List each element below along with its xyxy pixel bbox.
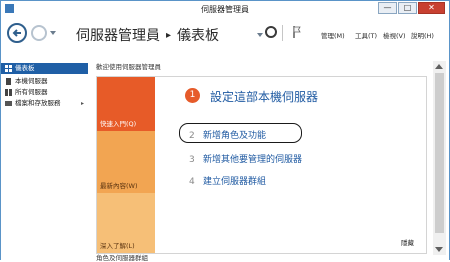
minimize-button[interactable]: — xyxy=(378,2,397,14)
step-number: 3 xyxy=(189,155,195,165)
welcome-panel: 快速入門(Q) 最新內容(W) 深入了解(L) 1 設定這部本機伺服器 2 新增角… xyxy=(96,76,427,254)
notification-flag-icon[interactable] xyxy=(293,26,301,38)
tile-label: 深入了解(L) xyxy=(100,242,135,250)
step-number-badge: 1 xyxy=(185,88,200,103)
back-button[interactable] xyxy=(7,23,27,43)
sidebar-item-all-servers[interactable]: 所有伺服器 xyxy=(1,87,88,98)
close-button[interactable]: ✕ xyxy=(418,2,445,14)
hide-link[interactable]: 隱藏 xyxy=(401,237,414,247)
configure-local-server-link[interactable]: 設定這部本機伺服器 xyxy=(210,88,318,105)
menu-manage[interactable]: 管理(M) xyxy=(321,30,345,40)
step-number: 4 xyxy=(189,177,195,187)
menu-view[interactable]: 檢視(V) xyxy=(383,30,406,40)
step-text: 新增其他要管理的伺服器 xyxy=(203,155,303,165)
sidebar-item-label: 儀表板 xyxy=(15,64,35,72)
sidebar: 儀表板 本機伺服器 所有伺服器 檔案和存放服務 ▸ xyxy=(1,61,88,260)
tile-label: 快速入門(Q) xyxy=(100,120,137,128)
expand-arrow-icon[interactable]: ▸ xyxy=(81,98,84,109)
arrow-left-icon xyxy=(12,29,21,37)
sidebar-item-label: 本機伺服器 xyxy=(15,77,48,85)
menu-help[interactable]: 說明(H) xyxy=(411,30,434,40)
forward-button[interactable] xyxy=(31,25,47,41)
scroll-thumb[interactable] xyxy=(435,73,444,233)
tile-whats-new[interactable]: 最新內容(W) xyxy=(97,131,155,193)
breadcrumb-current: 儀表板 xyxy=(177,28,220,44)
menu-tools[interactable]: 工具(T) xyxy=(355,30,377,40)
servers-icon xyxy=(5,89,12,96)
dashboard-content: 歡迎使用伺服器管理員 快速入門(Q) 最新內容(W) 深入了解(L) 1 設定這… xyxy=(88,51,449,262)
refresh-dropdown-icon[interactable] xyxy=(257,33,263,37)
toolbar-divider xyxy=(282,25,283,41)
tile-quick-start[interactable]: 快速入門(Q) xyxy=(97,77,155,131)
step-text: 建立伺服器群組 xyxy=(203,177,267,187)
add-other-servers-link[interactable]: 3 新增其他要管理的伺服器 xyxy=(189,152,302,165)
app-window: 伺服器管理員 — □ ✕ 伺服器管理員 ▸ 儀表板 管理(M) 工具(T) 檢視(V… xyxy=(0,0,450,262)
scroll-down-icon[interactable] xyxy=(435,247,443,252)
refresh-icon[interactable] xyxy=(265,26,277,38)
title-bar: 伺服器管理員 — □ ✕ xyxy=(1,1,449,17)
storage-icon xyxy=(5,101,12,106)
navigation-bar: 伺服器管理員 ▸ 儀表板 管理(M) 工具(T) 檢視(V) 說明(H) xyxy=(1,17,449,51)
tile-learn-more[interactable]: 深入了解(L) xyxy=(97,193,155,253)
create-server-group-link[interactable]: 4 建立伺服器群組 xyxy=(189,174,266,187)
section-title: 角色及伺服器群組 xyxy=(96,254,148,262)
history-dropdown-icon[interactable] xyxy=(50,31,56,35)
sidebar-item-file-storage[interactable]: 檔案和存放服務 ▸ xyxy=(1,98,88,109)
highlight-ring xyxy=(179,123,302,143)
breadcrumb-root[interactable]: 伺服器管理員 xyxy=(76,28,160,44)
maximize-button[interactable]: □ xyxy=(398,2,417,14)
vertical-scrollbar[interactable] xyxy=(433,61,446,255)
dashboard-icon xyxy=(5,65,12,72)
sidebar-item-label: 所有伺服器 xyxy=(15,88,48,96)
sidebar-item-local-server[interactable]: 本機伺服器 xyxy=(1,76,88,87)
tile-label: 最新內容(W) xyxy=(100,182,138,190)
sidebar-item-label: 檔案和存放服務 xyxy=(15,99,61,107)
breadcrumb: 伺服器管理員 ▸ 儀表板 xyxy=(76,25,219,45)
server-icon xyxy=(6,78,11,85)
scroll-up-icon[interactable] xyxy=(435,64,443,69)
welcome-title: 歡迎使用伺服器管理員 xyxy=(96,63,161,71)
breadcrumb-separator-icon: ▸ xyxy=(166,30,172,41)
sidebar-item-dashboard[interactable]: 儀表板 xyxy=(1,63,88,74)
